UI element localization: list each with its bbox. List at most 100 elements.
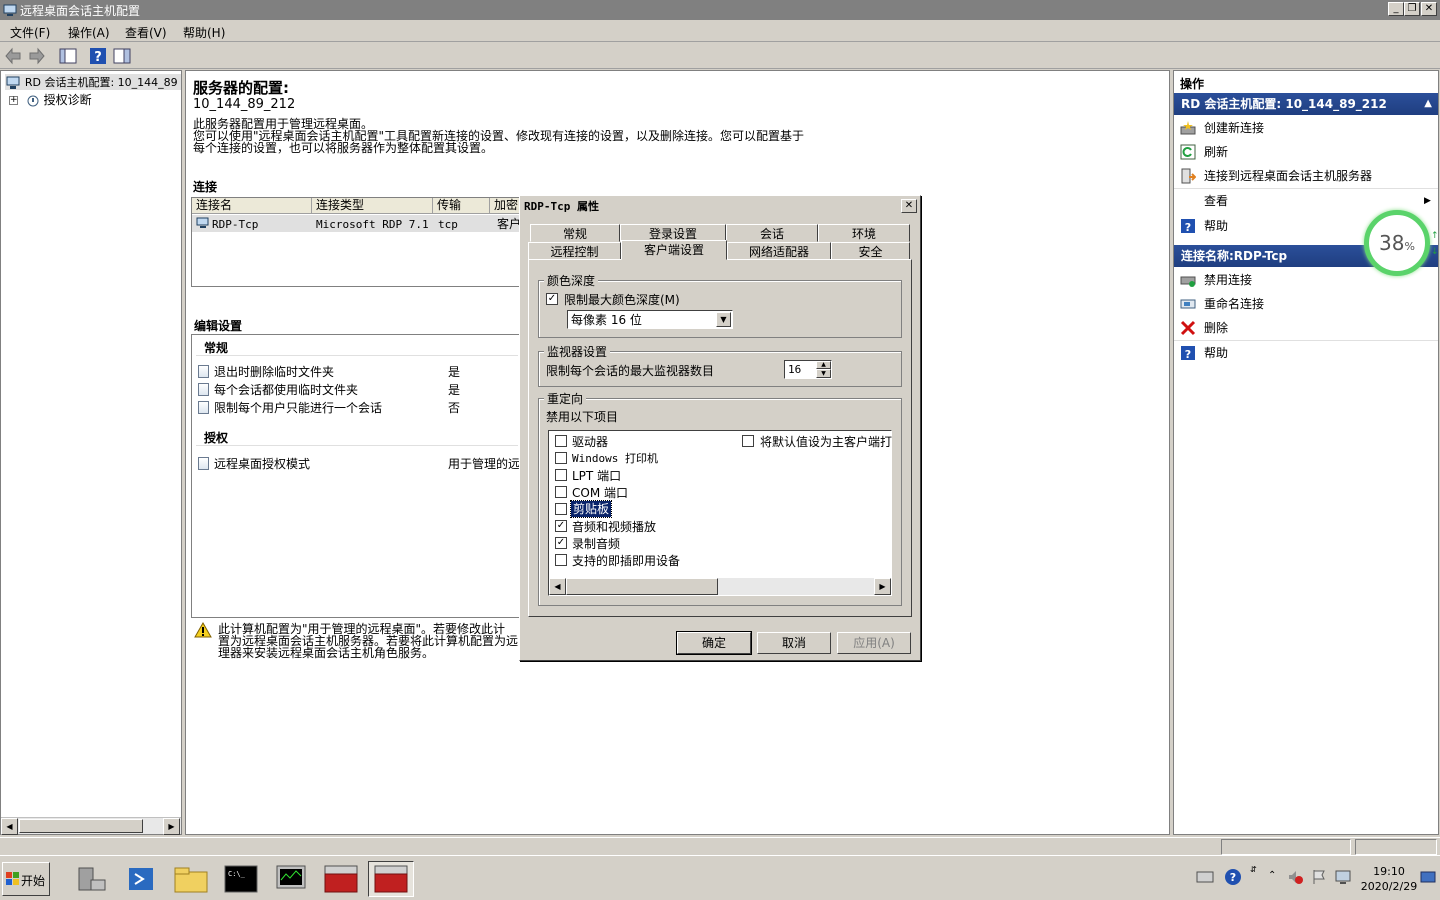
taskbar-explorer[interactable] bbox=[168, 861, 214, 897]
expand-plus-icon[interactable]: + bbox=[9, 96, 18, 105]
connections-list[interactable]: 连接名 连接类型 传输 加密 RDP-Tcp Microsoft RDP 7.1… bbox=[191, 197, 522, 287]
ok-button[interactable]: 确定 bbox=[676, 631, 752, 655]
column-transport[interactable]: 传输 bbox=[433, 198, 490, 214]
back-arrow-icon[interactable] bbox=[4, 46, 24, 66]
forward-arrow-icon[interactable] bbox=[26, 46, 46, 66]
help-icon[interactable]: ? bbox=[88, 46, 108, 66]
action-pane-icon[interactable] bbox=[112, 46, 132, 66]
connect-server-icon bbox=[1180, 168, 1196, 184]
apply-button[interactable]: 应用(A) bbox=[837, 632, 911, 654]
scroll-thumb[interactable] bbox=[566, 578, 718, 595]
network-icon[interactable] bbox=[1334, 868, 1352, 886]
tab-sessions[interactable]: 会话 bbox=[726, 224, 818, 242]
column-encryption[interactable]: 加密 bbox=[490, 198, 522, 214]
properties-dialog: RDP-Tcp 属性 ✕ 常规 登录设置 会话 环境 远程控制 客户端设置 网络… bbox=[519, 195, 921, 661]
tab-network-adapter[interactable]: 网络适配器 bbox=[727, 242, 831, 260]
scroll-thumb[interactable] bbox=[19, 819, 143, 833]
tab-client-settings[interactable]: 客户端设置 bbox=[621, 240, 727, 260]
tree-item-license-diagnosis[interactable]: + 授权诊断 bbox=[9, 91, 92, 108]
item-checkbox-5[interactable]: ✓ bbox=[555, 520, 567, 532]
table-row[interactable]: RDP-Tcp Microsoft RDP 7.1 tcp 客户 bbox=[192, 215, 521, 232]
settings-list: 常规 退出时删除临时文件夹 是 每个会话都使用临时文件夹 是 限制每个用户只能进… bbox=[191, 334, 521, 618]
chevron-down-icon[interactable]: ▼ bbox=[716, 312, 731, 327]
tab-remote-control[interactable]: 远程控制 bbox=[528, 242, 621, 260]
collapse-up-icon[interactable]: ▲ bbox=[1424, 93, 1432, 115]
taskbar-toolbox-2[interactable] bbox=[368, 861, 414, 897]
setting-row-licensing-mode[interactable]: 远程桌面授权模式 用于管理的远 bbox=[198, 455, 520, 472]
badge-down-arrow-icon: ↓ bbox=[1431, 247, 1439, 257]
menu-view[interactable]: 查看(V) bbox=[125, 24, 167, 41]
column-connection-type[interactable]: 连接类型 bbox=[312, 198, 433, 214]
tray-expand-icon[interactable]: ⌃ bbox=[1268, 870, 1276, 881]
tab-general[interactable]: 常规 bbox=[530, 224, 620, 242]
language-switch-icon[interactable]: ⇵ bbox=[1250, 866, 1257, 874]
sound-muted-icon[interactable] bbox=[1286, 868, 1304, 886]
list-horizontal-scrollbar[interactable]: ◀ ▶ bbox=[549, 578, 891, 595]
scroll-right-icon[interactable]: ▶ bbox=[163, 818, 180, 835]
color-depth-select[interactable]: 每像素 16 位 ▼ bbox=[567, 310, 733, 329]
console-tree-icon[interactable] bbox=[58, 46, 78, 66]
setting-row-single-session[interactable]: 限制每个用户只能进行一个会话 否 bbox=[198, 399, 518, 416]
item-checkbox-3[interactable] bbox=[555, 486, 567, 498]
scroll-right-icon[interactable]: ▶ bbox=[874, 578, 891, 595]
tree-item-rd-host-config[interactable]: RD 会话主机配置: 10_144_89 bbox=[5, 74, 181, 90]
monitor-count-stepper[interactable]: 16 ▲ ▼ bbox=[784, 360, 832, 379]
menu-bar: 文件(F) 操作(A) 查看(V) 帮助(H) bbox=[0, 20, 1440, 42]
item-checkbox-7[interactable] bbox=[555, 554, 567, 566]
setting-row-delete-temp[interactable]: 退出时删除临时文件夹 是 bbox=[198, 363, 518, 380]
dialog-title: RDP-Tcp 属性 bbox=[522, 198, 918, 216]
tab-environment[interactable]: 环境 bbox=[818, 224, 910, 242]
submenu-arrow-icon[interactable]: ▶ bbox=[1424, 196, 1431, 206]
tray-help-icon[interactable]: ? bbox=[1224, 868, 1242, 886]
server-name: 10_144_89_212 bbox=[193, 97, 296, 112]
help-icon: ? bbox=[1180, 218, 1196, 234]
item-checkbox-4[interactable] bbox=[555, 503, 567, 515]
clock-date[interactable]: 2020/2/29 bbox=[1358, 880, 1420, 893]
redirection-list[interactable]: 驱动器 Windows 打印机 LPT 端口 COM 端口 剪贴板 ✓ 音频和视… bbox=[548, 430, 892, 596]
tab-panel-client-settings: 颜色深度 ✓ 限制最大颜色深度(M) 每像素 16 位 ▼ 监视器设置 限制每个… bbox=[528, 259, 912, 617]
column-connection-name[interactable]: 连接名 bbox=[192, 198, 312, 214]
scroll-left-icon[interactable]: ◀ bbox=[1, 818, 18, 835]
toolbar: ? bbox=[0, 43, 1440, 69]
show-desktop-icon[interactable] bbox=[1420, 870, 1436, 886]
edit-settings-label: 编辑设置 bbox=[194, 319, 243, 333]
section-header-rd-host[interactable]: RD 会话主机配置: 10_144_89_212 ▲ bbox=[1174, 93, 1438, 115]
scroll-left-icon[interactable]: ◀ bbox=[549, 578, 566, 595]
progress-badge[interactable]: 38% bbox=[1364, 210, 1430, 276]
item-checkbox-0[interactable] bbox=[555, 435, 567, 447]
stepper-up-icon[interactable]: ▲ bbox=[816, 361, 831, 369]
setting-row-temp-per-session[interactable]: 每个会话都使用临时文件夹 是 bbox=[198, 381, 518, 398]
default-printer-checkbox[interactable] bbox=[742, 435, 754, 447]
start-button[interactable]: 开始 bbox=[2, 862, 50, 896]
item-checkbox-6[interactable]: ✓ bbox=[555, 537, 567, 549]
taskbar-server-manager[interactable] bbox=[68, 861, 114, 897]
general-group-label: 常规 bbox=[204, 341, 229, 355]
warning-icon bbox=[194, 622, 212, 638]
flag-icon[interactable] bbox=[1310, 868, 1328, 886]
restore-button[interactable]: ❐ bbox=[1404, 2, 1420, 16]
menu-file[interactable]: 文件(F) bbox=[10, 24, 50, 41]
taskbar-toolbox-1[interactable] bbox=[318, 861, 364, 897]
menu-action[interactable]: 操作(A) bbox=[68, 24, 110, 41]
minimize-button[interactable]: _ bbox=[1388, 2, 1404, 16]
tree-horizontal-scrollbar[interactable]: ◀ ▶ bbox=[1, 817, 181, 835]
close-button[interactable]: ✕ bbox=[1421, 2, 1437, 16]
menu-help[interactable]: 帮助(H) bbox=[183, 24, 225, 41]
item-checkbox-2[interactable] bbox=[555, 469, 567, 481]
keyboard-icon[interactable] bbox=[1196, 868, 1214, 884]
taskbar-task-manager[interactable] bbox=[268, 861, 314, 897]
stepper-down-icon[interactable]: ▼ bbox=[816, 369, 831, 378]
clock-time[interactable]: 19:10 bbox=[1364, 865, 1414, 878]
taskbar-cmd[interactable]: C:\_ bbox=[218, 861, 264, 897]
taskbar-powershell[interactable] bbox=[118, 861, 164, 897]
tab-security[interactable]: 安全 bbox=[831, 242, 910, 260]
actions-pane: 操作 RD 会话主机配置: 10_144_89_212 ▲ 创建新连接 刷新 连… bbox=[1173, 70, 1439, 835]
svg-text:?: ? bbox=[94, 50, 102, 65]
limit-color-checkbox[interactable]: ✓ bbox=[546, 293, 558, 305]
console-tree: RD 会话主机配置: 10_144_89 + 授权诊断 ◀ ▶ bbox=[0, 70, 182, 835]
dialog-close-button[interactable]: ✕ bbox=[901, 199, 917, 213]
item-checkbox-1[interactable] bbox=[555, 452, 567, 464]
licensing-group-label: 授权 bbox=[204, 431, 229, 445]
cancel-button[interactable]: 取消 bbox=[757, 632, 831, 654]
actions-header: 操作 bbox=[1180, 77, 1205, 91]
